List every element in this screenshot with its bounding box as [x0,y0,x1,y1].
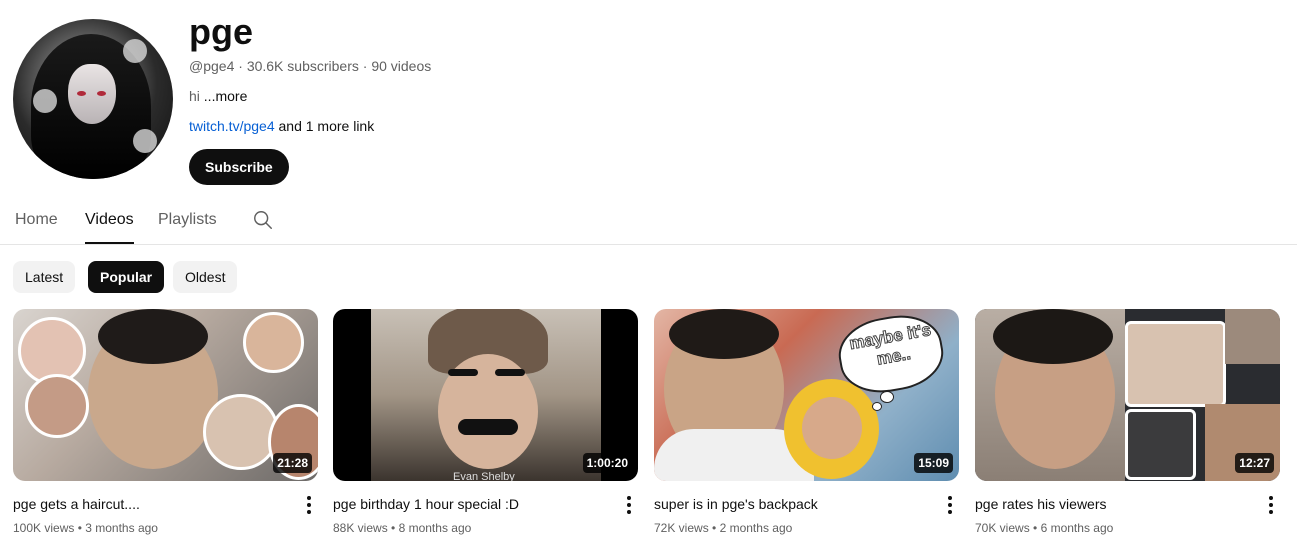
more-vert-icon[interactable] [1265,496,1277,514]
video-thumbnail[interactable]: 21:28 [13,309,318,481]
channel-description[interactable]: hi ...more [189,87,247,105]
thumbnail-caption: Evan Shelby [453,471,515,481]
channel-meta: @pge4 · 30.6K subscribers · 90 videos [189,57,431,75]
channel-avatar[interactable] [13,19,173,179]
video-age: 2 months ago [719,521,793,535]
chip-popular[interactable]: Popular [88,261,165,293]
more-vert-icon[interactable] [944,496,956,514]
channel-links: twitch.tv/pge4 and 1 more link [189,117,374,135]
channel-tabs: Home Videos Playlists [0,198,1297,245]
video-duration: 15:09 [914,453,953,473]
tab-playlists[interactable]: Playlists [158,211,217,229]
channel-name: pge [189,11,254,52]
video-stats: 72K views • 2 months ago [654,521,793,535]
channel-link[interactable]: twitch.tv/pge4 [189,118,275,134]
tab-videos[interactable]: Videos [85,211,134,244]
video-views: 88K views [333,521,388,535]
more-vert-icon[interactable] [303,496,315,514]
video-duration: 12:27 [1235,453,1274,473]
more-links[interactable]: and 1 more link [279,118,375,134]
description-text: hi [189,88,200,104]
video-thumbnail[interactable]: 12:27 [975,309,1280,481]
channel-handle: @pge4 [189,58,235,74]
video-stats: 100K views • 3 months ago [13,521,158,535]
video-views: 72K views [654,521,709,535]
description-more-link[interactable]: ...more [204,88,248,104]
video-thumbnail[interactable]: Evan Shelby 1:00:20 [333,309,638,481]
video-duration: 1:00:20 [582,453,632,473]
video-age: 8 months ago [398,521,472,535]
video-thumbnail[interactable]: maybe it's me.. 15:09 [654,309,959,481]
video-stats: 70K views • 6 months ago [975,521,1114,535]
video-count: 90 videos [371,58,432,74]
video-card[interactable]: 12:27 pge rates his viewers 70K views • … [975,309,1280,545]
video-stats: 88K views • 8 months ago [333,521,472,535]
meta-separator: · [238,58,247,74]
subscribe-button[interactable]: Subscribe [189,149,289,185]
chip-oldest[interactable]: Oldest [173,261,238,293]
tab-home[interactable]: Home [15,211,58,229]
video-views: 100K views [13,521,75,535]
video-title[interactable]: pge birthday 1 hour special :D [333,494,603,514]
video-age: 3 months ago [85,521,158,535]
search-icon[interactable] [252,209,274,231]
video-age: 6 months ago [1040,521,1114,535]
video-duration: 21:28 [273,453,312,473]
more-vert-icon[interactable] [623,496,635,514]
video-card[interactable]: Evan Shelby 1:00:20 pge birthday 1 hour … [333,309,638,545]
video-title[interactable]: pge gets a haircut.... [13,494,283,514]
video-card[interactable]: maybe it's me.. 15:09 super is in pge's … [654,309,959,545]
video-title[interactable]: super is in pge's backpack [654,494,924,514]
chip-latest[interactable]: Latest [13,261,76,293]
video-card[interactable]: 21:28 pge gets a haircut.... 100K views … [13,309,318,545]
video-views: 70K views [975,521,1030,535]
subscriber-count: 30.6K subscribers [246,58,359,74]
video-title[interactable]: pge rates his viewers [975,494,1245,514]
